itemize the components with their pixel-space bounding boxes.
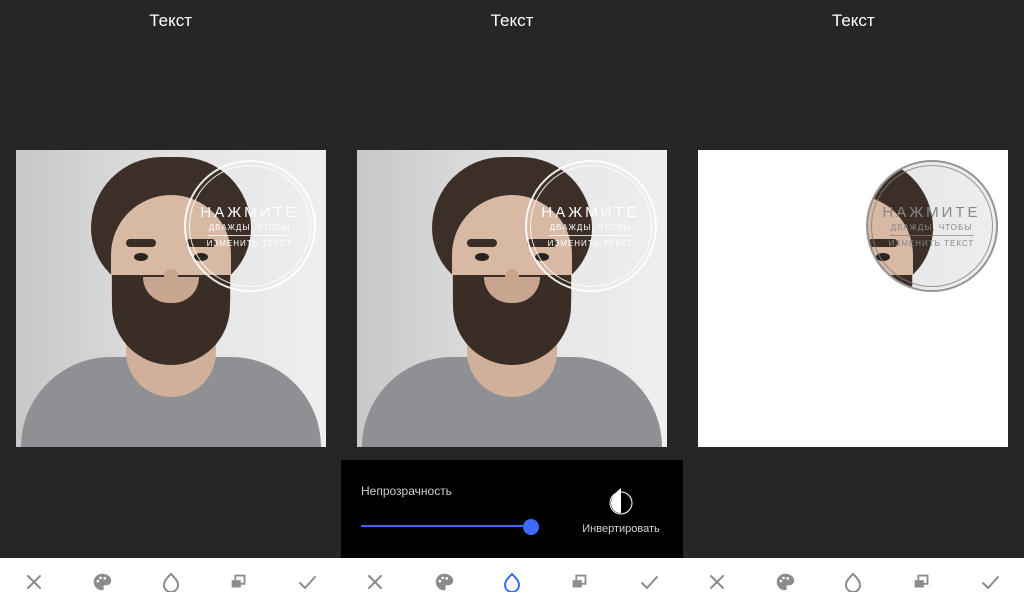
badge-line3: ИЗМЕНИТЬ ТЕКСТ [207,239,293,248]
preview-panel: НАЖМИТЕ ДВАЖДЫ, ЧТОБЫ ИЗМЕНИТЬ ТЕКСТ [682,150,1023,447]
text-overlay-badge[interactable]: НАЖМИТЕ ДВАЖДЫ, ЧТОБЫ ИЗМЕНИТЬ ТЕКСТ [866,160,998,292]
badge-line1: НАЖМИТЕ [200,204,298,221]
style-icon[interactable] [566,568,594,596]
invert-icon [606,485,636,515]
text-overlay-badge[interactable]: НАЖМИТЕ ДВАЖДЫ, ЧТОБЫ ИЗМЕНИТЬ ТЕКСТ [525,160,657,292]
invert-label: Инвертировать [582,523,659,535]
screen-title-1: Текст [0,0,341,42]
header-row: Текст Текст Текст [0,0,1024,42]
toolbar-group [341,558,682,606]
opacity-icon[interactable] [157,568,185,596]
opacity-invert-card: Непрозрачность Инвертировать [341,460,683,560]
screen-title-3: Текст [683,0,1024,42]
invert-button[interactable]: Инвертировать [559,460,683,560]
palette-icon[interactable] [88,568,116,596]
preview-panel: НАЖМИТЕ ДВАЖДЫ, ЧТОБЫ ИЗМЕНИТЬ ТЕКСТ [341,150,682,447]
badge-line1: НАЖМИТЕ [882,204,980,221]
slider-thumb[interactable] [523,519,539,535]
opacity-control: Непрозрачность [341,460,559,560]
badge-line2: ДВАЖДЫ, ЧТОБЫ [550,223,632,232]
close-button[interactable] [20,568,48,596]
badge-line2: ДВАЖДЫ, ЧТОБЫ [891,223,973,232]
preview-panel: НАЖМИТЕ ДВАЖДЫ, ЧТОБЫ ИЗМЕНИТЬ ТЕКСТ [0,150,341,447]
toolbar-group [683,558,1024,606]
confirm-button[interactable] [635,568,663,596]
style-icon[interactable] [225,568,253,596]
confirm-button[interactable] [976,568,1004,596]
close-button[interactable] [361,568,389,596]
badge-line3: ИЗМЕНИТЬ ТЕКСТ [548,239,634,248]
opacity-label: Непрозрачность [361,484,539,498]
canvas[interactable]: НАЖМИТЕ ДВАЖДЫ, ЧТОБЫ ИЗМЕНИТЬ ТЕКСТ [16,150,326,447]
palette-icon[interactable] [430,568,458,596]
canvas[interactable]: НАЖМИТЕ ДВАЖДЫ, ЧТОБЫ ИЗМЕНИТЬ ТЕКСТ [698,150,1008,447]
badge-line1: НАЖМИТЕ [541,204,639,221]
screen-title-2: Текст [341,0,682,42]
preview-row: НАЖМИТЕ ДВАЖДЫ, ЧТОБЫ ИЗМЕНИТЬ ТЕКСТ [0,150,1024,447]
opacity-slider[interactable] [361,516,539,536]
canvas[interactable]: НАЖМИТЕ ДВАЖДЫ, ЧТОБЫ ИЗМЕНИТЬ ТЕКСТ [357,150,667,447]
confirm-button[interactable] [293,568,321,596]
text-overlay-badge[interactable]: НАЖМИТЕ ДВАЖДЫ, ЧТОБЫ ИЗМЕНИТЬ ТЕКСТ [184,160,316,292]
close-button[interactable] [703,568,731,596]
badge-line2: ДВАЖДЫ, ЧТОБЫ [209,223,291,232]
app-root: Текст Текст Текст [0,0,1024,606]
toolbar-group [0,558,341,606]
opacity-icon[interactable] [498,568,526,596]
badge-line3: ИЗМЕНИТЬ ТЕКСТ [889,239,975,248]
bottom-toolbar [0,558,1024,606]
opacity-icon[interactable] [839,568,867,596]
style-icon[interactable] [908,568,936,596]
palette-icon[interactable] [771,568,799,596]
